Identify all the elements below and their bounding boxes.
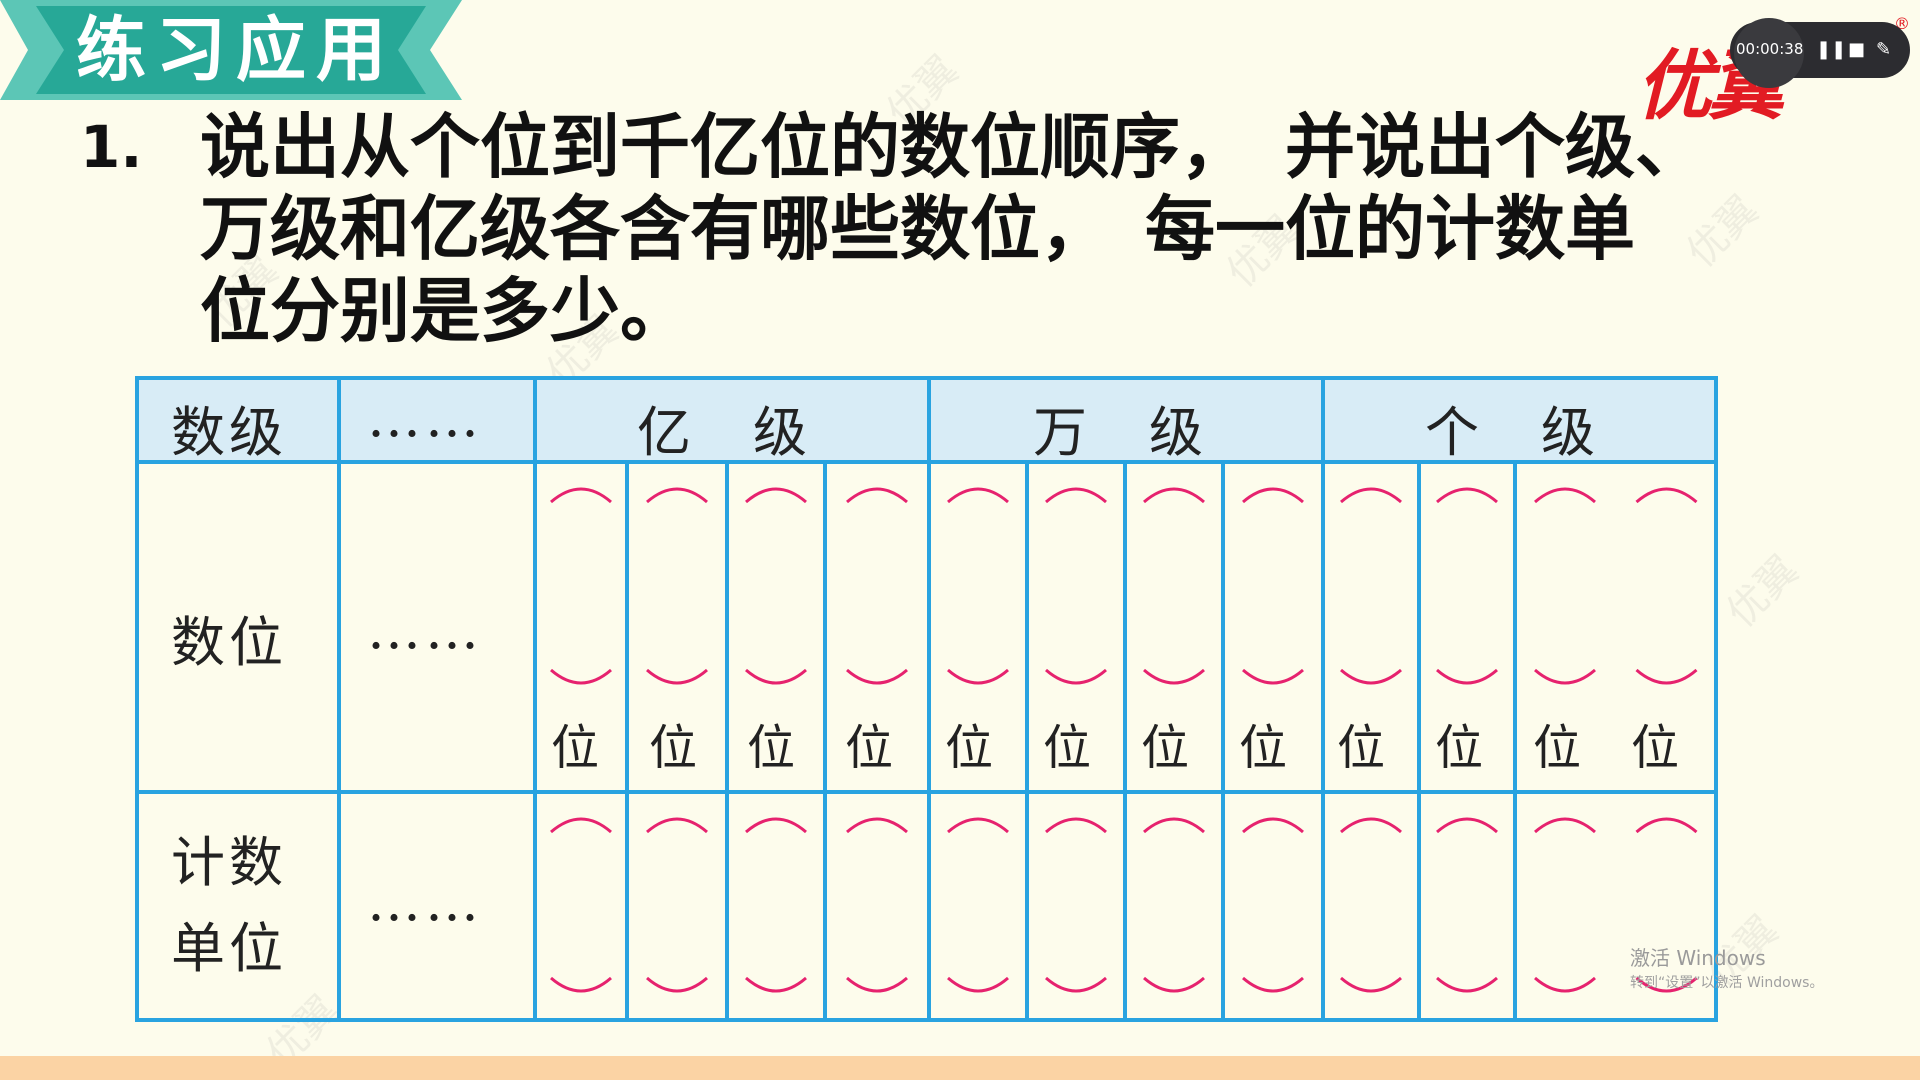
bracket-bottom-digit-10 (1534, 668, 1596, 685)
bracket-top-unit-5 (1045, 817, 1107, 834)
question-number: 1. (80, 113, 143, 181)
bracket-top-digit-1 (646, 487, 708, 504)
bracket-top-digit-4 (947, 487, 1009, 504)
digit-suffix-7: 位 (1141, 720, 1190, 776)
bracket-bottom-unit-3 (846, 976, 908, 993)
bracket-top-unit-1 (646, 817, 708, 834)
bracket-bottom-digit-8 (1340, 668, 1402, 685)
pause-icon[interactable]: ❚❚ (1816, 40, 1846, 60)
bracket-bottom-unit-8 (1340, 976, 1402, 993)
bracket-bottom-digit-0 (550, 668, 612, 685)
digit-suffix-12: 位 (1631, 720, 1680, 776)
bracket-bottom-digit-4 (947, 668, 1009, 685)
bottom-bar (0, 1056, 1920, 1080)
bracket-bottom-unit-4 (947, 976, 1009, 993)
bracket-top-digit-9 (1436, 487, 1498, 504)
bracket-top-unit-2 (745, 817, 807, 834)
bracket-top-digit-5 (1045, 487, 1107, 504)
digit-suffix-4: 位 (845, 720, 894, 776)
banner-title: 练习应用 (76, 9, 396, 91)
header-ellipsis: …… (367, 386, 483, 449)
bracket-bottom-digit-2 (745, 668, 807, 685)
bracket-top-digit-6 (1143, 487, 1205, 504)
row-digits-ellipsis: …… (367, 598, 483, 661)
recorder-time: 00:00:38 (1736, 40, 1804, 58)
bracket-bottom-digit-7 (1242, 668, 1304, 685)
bracket-top-unit-6 (1143, 817, 1205, 834)
bracket-top-digit-8 (1340, 487, 1402, 504)
bracket-bottom-digit-1 (646, 668, 708, 685)
digit-suffix-3: 位 (747, 720, 796, 776)
activate-windows-subtitle: 转到“设置”以激活 Windows。 (1630, 975, 1824, 991)
row-units-label-1: 计数 (171, 831, 287, 894)
digit-suffix-10: 位 (1435, 720, 1484, 776)
question-line-1: 说出从个位到千亿位的数位顺序， 并说出个级、 (200, 106, 1705, 188)
bracket-bottom-digit-5 (1045, 668, 1107, 685)
bracket-bottom-unit-2 (745, 976, 807, 993)
place-value-table: 数级 …… 亿 级 万 级 个 级 数位 …… 计数 单位 …… 位 位 位 位… (135, 376, 1718, 1022)
bracket-bottom-unit-6 (1143, 976, 1205, 993)
digit-suffix-2: 位 (649, 720, 698, 776)
bracket-bottom-unit-5 (1045, 976, 1107, 993)
question-line-2: 万级和亿级各含有哪些数位， 每一位的计数单 (200, 188, 1635, 270)
bracket-bottom-digit-3 (846, 668, 908, 685)
bracket-bottom-unit-10 (1534, 976, 1596, 993)
question-line-3: 位分别是多少。 (200, 270, 690, 352)
header-level-label: 数级 (171, 401, 287, 464)
digit-suffix-5: 位 (945, 720, 994, 776)
bracket-bottom-digit-6 (1143, 668, 1205, 685)
bracket-top-unit-11 (1635, 817, 1698, 834)
bracket-bottom-unit-0 (550, 976, 612, 993)
bracket-top-unit-9 (1436, 817, 1498, 834)
stop-icon[interactable]: ■ (1848, 40, 1865, 60)
bracket-top-unit-7 (1242, 817, 1304, 834)
header-wan-level: 万 级 (1033, 401, 1207, 464)
digit-suffix-1: 位 (551, 720, 600, 776)
bracket-top-unit-4 (947, 817, 1009, 834)
section-banner: 练习应用 (0, 0, 462, 100)
bracket-bottom-unit-7 (1242, 976, 1304, 993)
bracket-top-digit-3 (846, 487, 908, 504)
bracket-bottom-unit-9 (1436, 976, 1498, 993)
header-ge-level: 个 级 (1425, 401, 1599, 464)
bracket-top-digit-0 (550, 487, 612, 504)
bracket-top-unit-10 (1534, 817, 1596, 834)
bracket-bottom-digit-11 (1635, 668, 1698, 685)
digit-suffix-8: 位 (1239, 720, 1288, 776)
bracket-top-digit-11 (1635, 487, 1698, 504)
bracket-bottom-unit-1 (646, 976, 708, 993)
row-digits-label: 数位 (171, 611, 287, 674)
activate-windows-title: 激活 Windows (1630, 946, 1766, 970)
digit-suffix-6: 位 (1043, 720, 1092, 776)
row-units-label-2: 单位 (171, 917, 287, 980)
row-units-ellipsis: …… (367, 870, 483, 933)
bracket-top-digit-2 (745, 487, 807, 504)
bracket-top-digit-10 (1534, 487, 1596, 504)
bracket-top-unit-8 (1340, 817, 1402, 834)
watermark-6: 优翼 (1718, 547, 1808, 637)
digit-suffix-11: 位 (1533, 720, 1582, 776)
header-yi-level: 亿 级 (637, 401, 811, 464)
pen-icon[interactable]: ✎ (1876, 40, 1891, 60)
bracket-top-digit-7 (1242, 487, 1304, 504)
bracket-bottom-digit-9 (1436, 668, 1498, 685)
digit-suffix-9: 位 (1337, 720, 1386, 776)
bracket-top-unit-3 (846, 817, 908, 834)
question-text: 说出从个位到千亿位的数位顺序， 并说出个级、 万级和亿级各含有哪些数位， 每一位… (200, 106, 1800, 352)
bracket-top-unit-0 (550, 817, 612, 834)
